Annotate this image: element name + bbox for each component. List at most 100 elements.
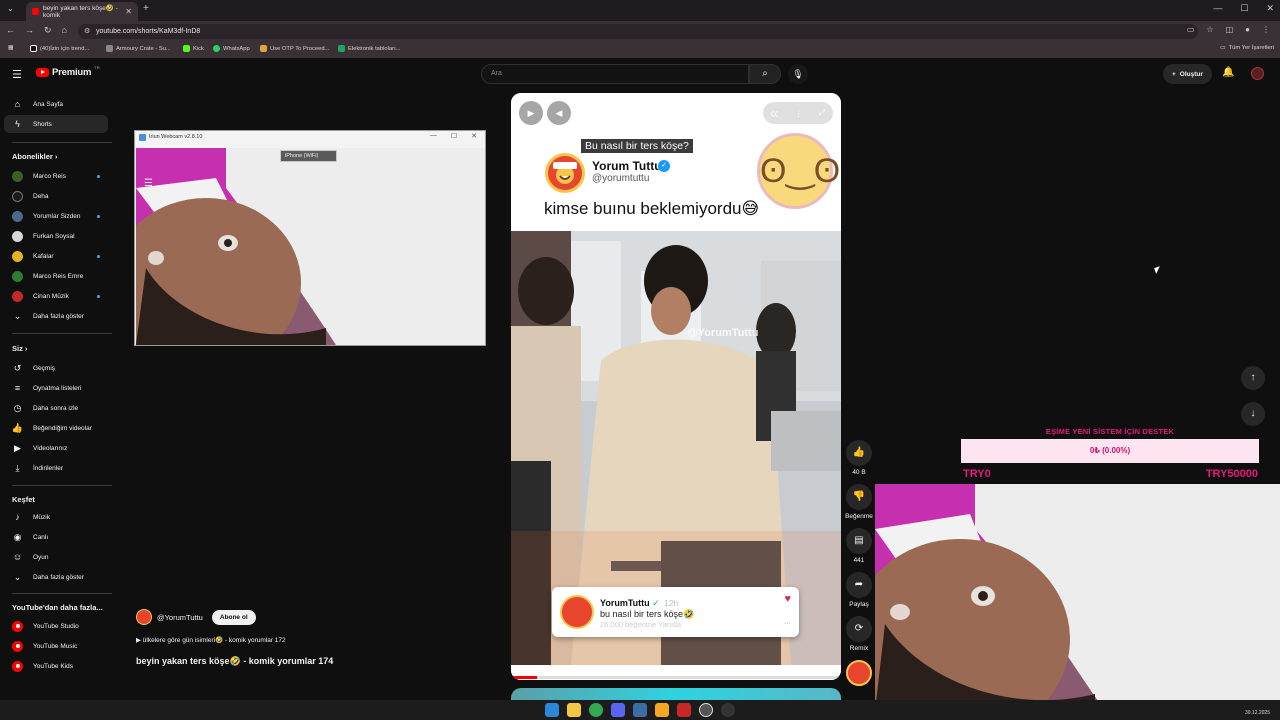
- obs-icon[interactable]: [699, 703, 713, 717]
- tab-search-icon[interactable]: ⌄: [7, 4, 14, 13]
- url-field[interactable]: youtube.com/shorts/KaM3df-InD8: [78, 24, 1198, 39]
- sidebar-item-watch-later[interactable]: ◷ Daha sonra izle: [4, 399, 108, 417]
- sidebar-item-subscription[interactable]: Yorumlar Sizden: [4, 207, 108, 225]
- sidebar-item-subscription[interactable]: Cinan Müzik: [4, 287, 108, 305]
- armoury-crate-icon[interactable]: [677, 703, 691, 717]
- app-icon[interactable]: [655, 703, 669, 717]
- sidebar-show-more[interactable]: ⌄ Daha fazla göster: [4, 568, 108, 586]
- maximize-icon[interactable]: ☐: [1240, 3, 1248, 14]
- chrome-icon[interactable]: [589, 703, 603, 717]
- camera-device-select[interactable]: iPhone (WiFi): [280, 150, 337, 162]
- sidebar-item-subscription[interactable]: Marco Reis Emre: [4, 267, 108, 285]
- steam-icon[interactable]: [633, 703, 647, 717]
- search-button[interactable]: ⌕: [749, 64, 781, 84]
- dislike-button[interactable]: 👎 Beğenme: [843, 484, 875, 520]
- extensions-icon[interactable]: ◫: [1226, 25, 1234, 34]
- live-icon: ◉: [13, 531, 22, 542]
- sidebar-item-live[interactable]: ◉ Canlı: [4, 528, 108, 546]
- like-button[interactable]: 👍 40 B: [843, 440, 875, 476]
- you-heading[interactable]: Siz ›: [12, 344, 27, 353]
- webcam-menu-icon[interactable]: ☰: [144, 178, 153, 189]
- search-input[interactable]: Ara: [481, 64, 749, 84]
- home-browser-icon[interactable]: ⌂: [62, 25, 67, 36]
- create-button[interactable]: + Oluştur: [1163, 64, 1212, 84]
- minimize-icon[interactable]: —: [1213, 3, 1222, 14]
- sidebar-item-subscription[interactable]: Kafalar: [4, 247, 108, 265]
- maximize-icon[interactable]: ☐: [451, 132, 457, 140]
- browser-tab[interactable]: beyin yakan ters köşe🤣 - komik ✕: [26, 2, 138, 21]
- close-icon[interactable]: ✕: [471, 132, 477, 140]
- sound-button[interactable]: [843, 660, 875, 686]
- sidebar-item-downloads[interactable]: ⤓ İndirilenler: [4, 459, 108, 477]
- fullscreen-icon[interactable]: ⤢: [819, 108, 825, 118]
- voice-search-button[interactable]: 🎙: [788, 64, 808, 84]
- new-content-dot: [97, 295, 100, 298]
- browser-menu-icon[interactable]: ⋮: [1262, 25, 1270, 34]
- sidebar-item-shorts[interactable]: ϟ Shorts: [4, 115, 108, 133]
- subscriptions-heading[interactable]: Abonelikler ›: [12, 152, 57, 161]
- subscribe-button[interactable]: Abone ol: [211, 609, 256, 625]
- profile-icon[interactable]: ●: [1245, 25, 1250, 34]
- bookmark-item[interactable]: Armoury Crate - Su...: [106, 45, 171, 52]
- play-button[interactable]: ▶: [519, 101, 543, 125]
- comments-button[interactable]: ▤ 441: [843, 528, 875, 564]
- sidebar-item-gaming[interactable]: ☺ Oyun: [4, 548, 108, 566]
- channel-avatar[interactable]: [136, 609, 152, 625]
- sidebar-item-youtube-studio[interactable]: YouTube Studio: [4, 617, 108, 635]
- comment-author: YorumTuttu ✓: [600, 598, 660, 608]
- captions-icon[interactable]: ㏄: [771, 108, 779, 119]
- webcam-window[interactable]: Iriun Webcam v2.8.10 — ☐ ✕ iPhone (WiFi)…: [134, 130, 486, 346]
- sidebar-item-playlists[interactable]: ≡ Oynatma listeleri: [4, 379, 108, 397]
- site-info-icon[interactable]: ⚙: [84, 27, 90, 35]
- bookmark-star-icon[interactable]: ☆: [1206, 25, 1213, 34]
- bookmark-item[interactable]: Elektronik tabloları...: [338, 45, 401, 52]
- sidebar-show-more[interactable]: ⌄ Daha fazla göster: [4, 307, 108, 325]
- sidebar-item-subscription[interactable]: Marco Reis: [4, 167, 108, 185]
- tab-close-icon[interactable]: ✕: [125, 7, 132, 16]
- share-button[interactable]: ➦ Paylaş: [843, 572, 875, 608]
- youtube-premium-logo[interactable]: Premium TR: [36, 65, 100, 78]
- channel-name[interactable]: @YorumTuttu: [157, 613, 203, 622]
- sidebar-item-subscription[interactable]: Deha: [4, 187, 108, 205]
- bookmark-item[interactable]: Use OTP To Proceed...: [260, 45, 329, 52]
- new-tab-icon[interactable]: +: [143, 3, 149, 14]
- minimize-icon[interactable]: —: [430, 132, 437, 140]
- sidebar-item-home[interactable]: ⌂ Ana Sayfa: [4, 95, 108, 113]
- youtube-header: ☰ Premium TR Ara ⌕ 🎙 + Oluştur 🔔: [0, 58, 1280, 90]
- playlist-link[interactable]: ▶ ülkelere göre gün isimleri🤣 - komik yo…: [136, 636, 286, 644]
- bookmark-item[interactable]: Kick: [183, 45, 204, 52]
- forward-icon[interactable]: →: [25, 25, 34, 36]
- video-progress-bar[interactable]: [511, 676, 841, 679]
- windows-start-icon[interactable]: [545, 703, 559, 717]
- reload-icon[interactable]: ↻: [44, 25, 52, 36]
- more-options-icon[interactable]: ⋮: [795, 109, 803, 118]
- next-short-preview[interactable]: [511, 688, 841, 700]
- bookmark-item[interactable]: WhatsApp: [213, 45, 250, 52]
- sidebar-item-liked-videos[interactable]: 👍 Beğendiğim videolar: [4, 419, 108, 437]
- shorts-player[interactable]: Bu nasıl bir ters köşe? Yorum Tuttu ✓ @y…: [511, 93, 841, 680]
- apps-icon[interactable]: ▦: [8, 45, 13, 51]
- sidebar-item-music[interactable]: ♪ Müzik: [4, 508, 108, 526]
- notifications-bell-icon[interactable]: 🔔: [1222, 67, 1234, 78]
- install-app-icon[interactable]: ▭: [1187, 25, 1195, 34]
- sidebar-item-subscription[interactable]: Furkan Soysal: [4, 227, 108, 245]
- video-channel-row: @YorumTuttu Abone ol: [136, 609, 256, 625]
- bookmark-item[interactable]: (40)İzin için trend...: [30, 45, 89, 52]
- all-bookmarks[interactable]: ▭ Tüm Yer İşaretleri: [1220, 45, 1274, 51]
- discord-icon[interactable]: [611, 703, 625, 717]
- next-short-button[interactable]: ↓: [1241, 402, 1265, 426]
- menu-icon[interactable]: ☰: [12, 68, 22, 81]
- close-window-icon[interactable]: ✕: [1266, 3, 1274, 14]
- webcam-app-taskbar-icon[interactable]: [721, 703, 735, 717]
- sidebar-item-your-videos[interactable]: ▶ Videolarınız: [4, 439, 108, 457]
- sidebar-item-youtube-music[interactable]: YouTube Music: [4, 637, 108, 655]
- nav-buttons: ← → ↻ ⌂: [6, 25, 67, 36]
- back-icon[interactable]: ←: [6, 25, 15, 36]
- file-explorer-icon[interactable]: [567, 703, 581, 717]
- sidebar-item-history[interactable]: ↺ Geçmiş: [4, 359, 108, 377]
- mute-button[interactable]: ◀: [547, 101, 571, 125]
- account-avatar[interactable]: [1251, 67, 1264, 80]
- remix-button[interactable]: ⟳ Remix: [843, 616, 875, 652]
- previous-short-button[interactable]: ↑: [1241, 366, 1265, 390]
- sidebar-item-youtube-kids[interactable]: YouTube Kids: [4, 657, 108, 675]
